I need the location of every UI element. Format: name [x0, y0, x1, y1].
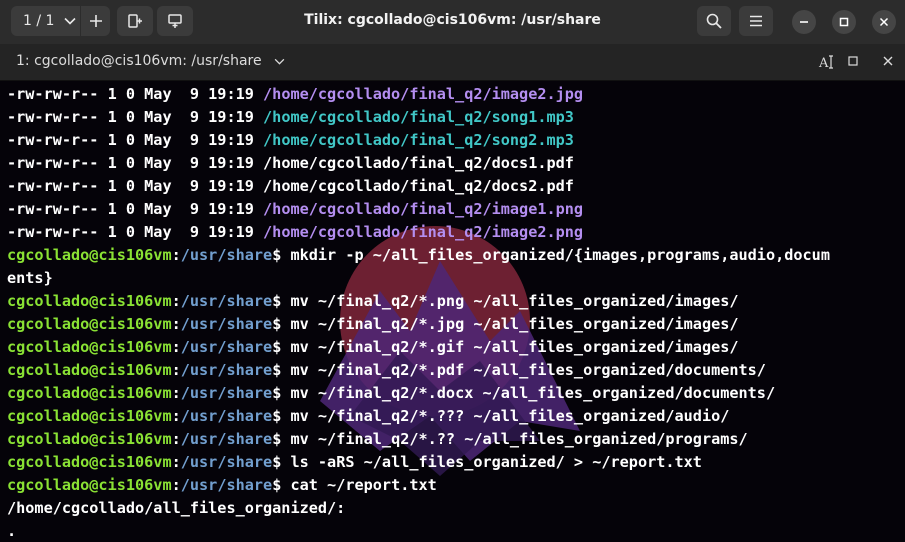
- search-icon: [706, 13, 722, 29]
- minimize-icon: [799, 17, 809, 27]
- listing-line: -rw-rw-r-- 1 0 May 9 19:19 /home/cgcolla…: [7, 200, 584, 218]
- command-line: cgcollado@cis106vm:/usr/share$ mv ~/fina…: [7, 430, 748, 448]
- title-bar: 1 / 1 Tilix: cgcollado@cis106vm: /usr/sh…: [0, 0, 905, 44]
- maximize-terminal-button[interactable]: [848, 56, 858, 66]
- command-line: cgcollado@cis106vm:/usr/share$ mv ~/fina…: [7, 361, 766, 379]
- close-window-button[interactable]: [872, 10, 896, 34]
- terminal-output[interactable]: -rw-rw-r-- 1 0 May 9 19:19 /home/cgcolla…: [0, 81, 905, 542]
- output-line: .: [7, 522, 17, 540]
- terminal-title: 1: cgcollado@cis106vm: /usr/share: [16, 53, 262, 69]
- command-line-wrap: ents}: [7, 269, 53, 287]
- command-line: cgcollado@cis106vm:/usr/share$ mkdir -p …: [7, 246, 830, 264]
- listing-line: -rw-rw-r-- 1 0 May 9 19:19 /home/cgcolla…: [7, 177, 574, 195]
- menu-button[interactable]: [739, 6, 773, 36]
- search-button[interactable]: [697, 6, 731, 36]
- command-line: cgcollado@cis106vm:/usr/share$ mv ~/fina…: [7, 315, 739, 333]
- terminal-lines: -rw-rw-r-- 1 0 May 9 19:19 /home/cgcolla…: [7, 83, 905, 542]
- terminal-title-dropdown[interactable]: 1: cgcollado@cis106vm: /usr/share: [16, 53, 285, 69]
- minimize-button[interactable]: [792, 10, 816, 34]
- listing-line: -rw-rw-r-- 1 0 May 9 19:19 /home/cgcolla…: [7, 223, 584, 241]
- maximize-icon: [839, 17, 849, 27]
- read-only-toggle[interactable]: A: [818, 54, 834, 70]
- command-line: cgcollado@cis106vm:/usr/share$ mv ~/fina…: [7, 292, 739, 310]
- command-line: cgcollado@cis106vm:/usr/share$ cat ~/rep…: [7, 476, 437, 494]
- command-line: cgcollado@cis106vm:/usr/share$ mv ~/fina…: [7, 384, 776, 402]
- listing-line: -rw-rw-r-- 1 0 May 9 19:19 /home/cgcolla…: [7, 108, 574, 126]
- maximize-button[interactable]: [832, 10, 856, 34]
- text-cursor-icon: A: [818, 54, 834, 70]
- output-line: /home/cgcollado/all_files_organized/:: [7, 499, 346, 517]
- menu-icon: [749, 15, 763, 27]
- svg-text:A: A: [818, 56, 829, 70]
- listing-line: -rw-rw-r-- 1 0 May 9 19:19 /home/cgcolla…: [7, 85, 584, 103]
- command-line: cgcollado@cis106vm:/usr/share$ ls -aRS ~…: [7, 453, 702, 471]
- close-terminal-button[interactable]: [883, 56, 893, 66]
- close-tab-icon: [883, 56, 893, 66]
- listing-line: -rw-rw-r-- 1 0 May 9 19:19 /home/cgcolla…: [7, 131, 574, 149]
- restore-icon: [848, 56, 858, 66]
- terminal-title-bar: 1: cgcollado@cis106vm: /usr/share A: [0, 44, 905, 81]
- chevron-down-icon: [274, 53, 285, 69]
- listing-line: -rw-rw-r-- 1 0 May 9 19:19 /home/cgcolla…: [7, 154, 574, 172]
- command-line: cgcollado@cis106vm:/usr/share$ mv ~/fina…: [7, 338, 739, 356]
- command-line: cgcollado@cis106vm:/usr/share$ mv ~/fina…: [7, 407, 730, 425]
- close-icon: [879, 17, 889, 27]
